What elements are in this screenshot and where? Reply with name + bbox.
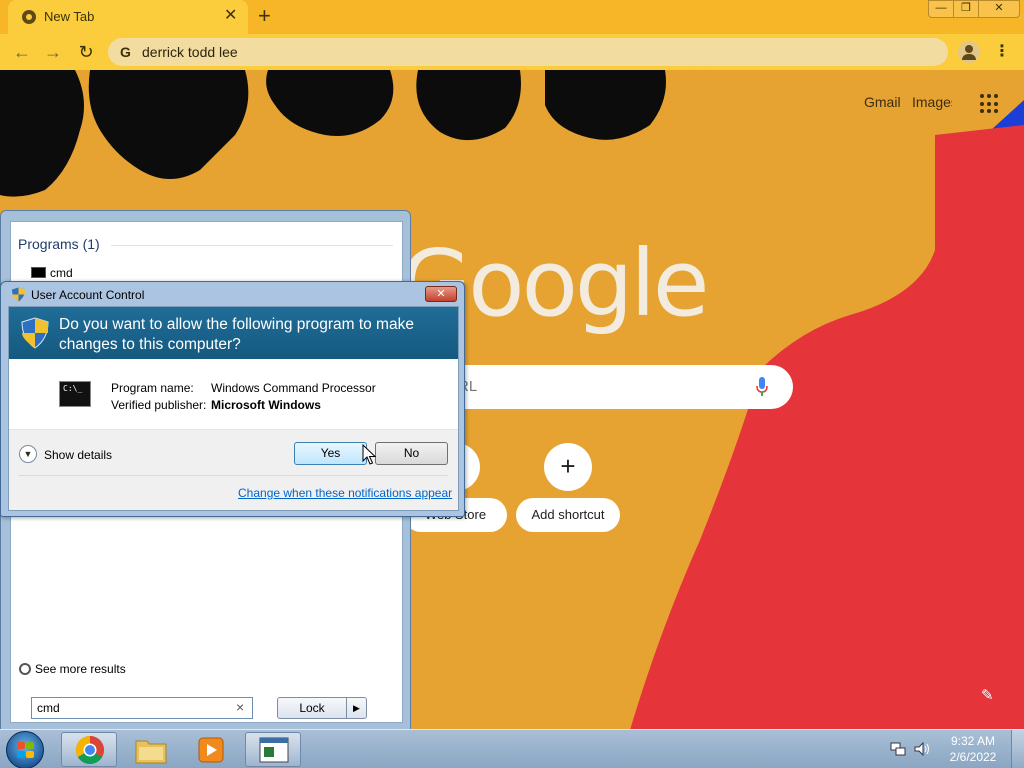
tab-close-icon[interactable]: ✕ xyxy=(224,7,237,25)
uac-dialog: User Account Control ✕ Do you want to al… xyxy=(0,281,465,517)
browser-toolbar: ← → ↻ G derrick todd lee ⋮ xyxy=(0,34,1024,70)
new-tab-button[interactable]: + xyxy=(258,3,271,29)
ntp-search-box[interactable]: RL xyxy=(440,365,793,409)
see-more-results-link[interactable]: See more results xyxy=(19,662,126,676)
start-search-value: cmd xyxy=(37,701,60,715)
chevron-down-icon[interactable]: ▼ xyxy=(19,445,37,463)
forward-button[interactable]: → xyxy=(40,39,66,65)
chrome-logo-icon xyxy=(76,736,104,764)
cursor-icon xyxy=(362,444,376,465)
lock-button[interactable]: Lock ▶ xyxy=(277,697,367,719)
add-shortcut-icon[interactable]: + xyxy=(544,443,592,491)
add-shortcut-button[interactable]: Add shortcut xyxy=(516,498,620,532)
show-details-toggle[interactable]: Show details xyxy=(44,448,112,462)
uac-question: Do you want to allow the following progr… xyxy=(59,316,414,353)
publisher-label: Verified publisher: xyxy=(111,398,207,412)
section-divider xyxy=(111,245,393,246)
clock-date[interactable]: 2/6/2022 xyxy=(945,750,1001,764)
window-thumbnail-icon xyxy=(259,737,289,763)
clear-search-icon[interactable]: × xyxy=(236,699,244,715)
tab-new-tab[interactable]: New Tab ✕ xyxy=(8,0,248,34)
lock-label: Lock xyxy=(299,701,325,715)
cmd-icon-text: C:\_ xyxy=(63,384,83,393)
yes-button[interactable]: Yes xyxy=(294,442,367,465)
taskbar: 9:32 AM 2/6/2022 xyxy=(0,729,1024,768)
search-icon xyxy=(19,663,31,675)
uac-close-button[interactable]: ✕ xyxy=(425,286,457,302)
window-close-button[interactable]: ✕ xyxy=(978,0,1020,18)
taskbar-media-player[interactable] xyxy=(183,732,239,767)
see-more-label: See more results xyxy=(35,662,126,676)
result-label: cmd xyxy=(50,266,73,280)
apps-grid-icon[interactable] xyxy=(980,94,1000,114)
network-icon[interactable] xyxy=(890,742,906,756)
back-button[interactable]: ← xyxy=(9,39,35,65)
minimize-button[interactable]: — xyxy=(928,0,954,18)
maximize-button[interactable]: ❐ xyxy=(953,0,979,18)
taskbar-active-window[interactable] xyxy=(245,732,301,767)
folder-icon xyxy=(135,740,167,764)
chrome-logo-icon xyxy=(22,10,36,24)
footer-divider xyxy=(19,475,448,476)
reload-button[interactable]: ↻ xyxy=(73,39,99,65)
windows-flag-icon xyxy=(17,742,34,758)
shield-icon xyxy=(12,287,25,302)
uac-title: User Account Control xyxy=(31,288,145,302)
taskbar-chrome[interactable] xyxy=(61,732,117,767)
publisher-value: Microsoft Windows xyxy=(211,398,321,412)
media-player-icon xyxy=(198,737,224,763)
no-button[interactable]: No xyxy=(375,442,448,465)
profile-icon[interactable] xyxy=(958,41,980,63)
programs-section-title: Programs (1) xyxy=(18,236,100,252)
uac-banner: Do you want to allow the following progr… xyxy=(9,307,458,359)
cmd-icon xyxy=(31,267,46,278)
change-notifications-link[interactable]: Change when these notifications appear xyxy=(238,486,452,500)
uac-body: Do you want to allow the following progr… xyxy=(8,306,459,511)
start-button[interactable] xyxy=(6,731,44,768)
start-search-input[interactable]: cmd × xyxy=(31,697,253,719)
taskbar-explorer[interactable] xyxy=(123,732,179,767)
images-link[interactable]: Images xyxy=(912,94,952,110)
tab-strip: New Tab ✕ + — ❐ ✕ xyxy=(0,0,1024,34)
browser-menu-button[interactable]: ⋮ xyxy=(993,41,1011,63)
address-bar-text[interactable]: derrick todd lee xyxy=(142,44,238,60)
address-bar[interactable]: G derrick todd lee xyxy=(108,38,948,66)
cmd-icon: C:\_ xyxy=(59,381,91,407)
program-name-value: Windows Command Processor xyxy=(211,381,376,395)
mic-icon[interactable] xyxy=(756,377,768,397)
clock-time[interactable]: 9:32 AM xyxy=(945,734,1001,748)
pencil-icon[interactable]: ✎ xyxy=(981,686,997,704)
uac-titlebar[interactable]: User Account Control ✕ xyxy=(1,282,464,306)
shield-icon xyxy=(21,317,49,349)
tab-title: New Tab xyxy=(44,9,95,24)
gmail-link[interactable]: Gmail xyxy=(864,94,901,110)
google-g-icon: G xyxy=(120,44,131,60)
power-options-arrow-icon[interactable]: ▶ xyxy=(346,698,366,718)
uac-footer: ▼ Show details Yes No Change when these … xyxy=(9,430,458,510)
show-desktop-button[interactable] xyxy=(1011,730,1024,768)
program-name-label: Program name: xyxy=(111,381,194,395)
volume-icon[interactable] xyxy=(914,742,930,756)
